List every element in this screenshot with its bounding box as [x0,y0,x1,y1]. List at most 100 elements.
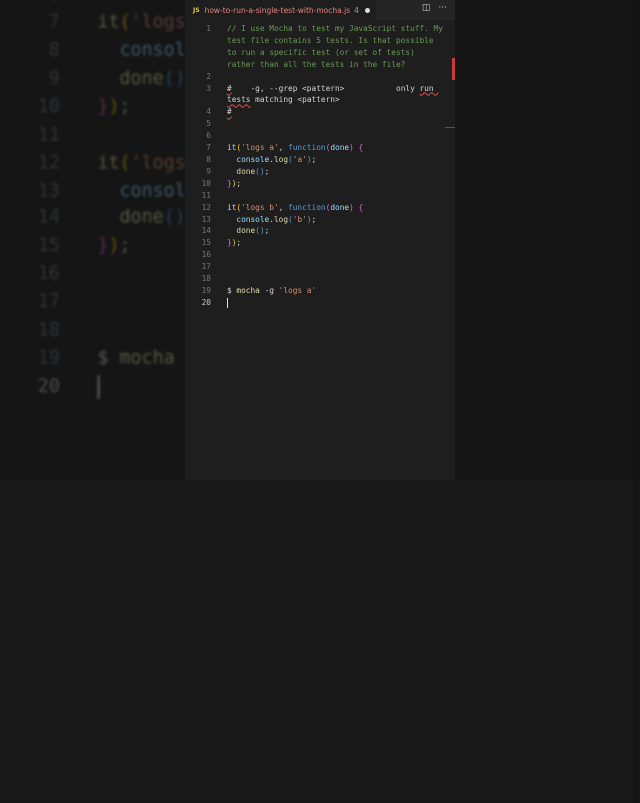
code-line[interactable]: 8 console.log('a'); [185,154,455,166]
line-number: 5 [206,119,211,129]
line-number: 8 [206,154,211,164]
code-token: ; [264,166,270,176]
code-line[interactable]: 4 # [185,106,455,118]
line-number: 18 [201,274,211,284]
code-token: function [288,202,326,212]
code-line[interactable]: 10}); [185,178,455,190]
code-line[interactable]: 19 $ mocha -g 'logs a' [185,285,455,297]
code-token: ; [236,238,242,248]
line-code: }); [227,237,447,249]
code-line[interactable]: 1 // I use Mocha to test my JavaScript st… [185,23,455,71]
code-token: log [273,214,289,224]
code-line[interactable]: 11 [185,190,455,202]
code-line[interactable]: 12 it('logs b', function(done) { [185,202,455,214]
code-line[interactable]: 6 [185,130,455,142]
code-token: 'logs b' [241,202,279,212]
line-number: 19 [201,285,211,295]
line-number: 11 [201,190,211,200]
code-line[interactable]: 9 done(); [185,166,455,178]
more-actions-icon[interactable]: ··· [438,3,447,13]
code-token: $ [227,285,237,295]
code-token: matching <pattern> [250,95,340,105]
line-code: done(); [227,225,447,237]
tab-filename: how-to-run-a-single-test-with-mocha.js [204,5,351,15]
line-number: 16 [201,250,211,260]
code-line[interactable]: 15}); [185,237,455,249]
line-number: 9 [206,166,211,176]
line-code: it('logs a', function(done) { [227,142,447,154]
unsaved-dot-icon[interactable] [364,7,370,13]
code-token: ; [311,214,317,224]
problems-count: 4 [354,5,359,15]
code-token: done [227,226,256,236]
line-number: 10 [201,178,211,188]
text-cursor [227,297,228,308]
code-token: 'logs a' [241,143,279,153]
code-line[interactable]: 17 [185,261,455,273]
line-number: 12 [201,202,211,212]
code-token: () [255,226,265,236]
line-code: $ mocha -g 'logs a' [227,285,447,297]
code-token: function [288,143,326,153]
code-token: -g, --grep <pattern> only [231,83,420,93]
code-token: ; [264,226,270,236]
line-code: }); [227,178,447,190]
editor-tab[interactable]: JS how-to-run-a-single-test-with-mocha.j… [185,0,376,20]
line-number: 20 [201,297,211,307]
code-token: done [330,202,350,212]
code-line[interactable]: 14 done(); [185,225,455,237]
editor-actions: ◫ ··· [422,3,447,13]
line-number: 13 [201,214,211,224]
code-token: ; [311,154,317,164]
line-code: it('logs b', function(done) { [227,202,447,214]
line-number: 6 [206,131,211,141]
line-code: done(); [227,166,447,178]
code-token: # [227,107,232,117]
code-line[interactable]: 5 [185,118,455,130]
code-line[interactable]: 20 [185,297,455,309]
code-token: () [255,166,265,176]
code-line[interactable]: 13 console.log('b'); [185,214,455,226]
line-number: 17 [201,262,211,272]
code-token: it [227,143,237,153]
line-number: 4 [206,107,211,117]
scrollbar-error-marker [452,58,455,80]
line-code: console.log('b'); [227,214,447,226]
line-code: # [227,106,447,118]
code-token: console [227,154,270,164]
line-code [227,297,447,309]
line-number: 15 [201,238,211,248]
code-token: console [227,214,270,224]
javascript-file-icon: JS [193,6,200,14]
code-line[interactable]: 16 [185,249,455,261]
line-code: # -g, --grep <pattern> only run tests ma… [227,83,447,107]
code-line[interactable]: 7 it('logs a', function(done) { [185,142,455,154]
code-token: done [330,143,350,153]
line-number: 14 [201,226,211,236]
split-editor-icon[interactable]: ◫ [422,3,431,13]
line-number: 3 [206,83,211,93]
line-code: // I use Mocha to test my JavaScript stu… [227,23,447,71]
line-code: console.log('a'); [227,154,447,166]
code-token: { [358,143,364,153]
scrollbar-thumb[interactable] [445,127,455,128]
code-line[interactable]: 2 [185,71,455,83]
code-token: done [227,166,256,176]
tab-bar: JS how-to-run-a-single-test-with-mocha.j… [185,0,455,20]
code-line[interactable]: 18 [185,273,455,285]
line-number: 1 [206,24,211,33]
code-token: { [358,202,364,212]
code-token: mocha [236,285,260,295]
code-editor[interactable]: 1 // I use Mocha to test my JavaScript st… [185,20,455,309]
editor-panel: JS how-to-run-a-single-test-with-mocha.j… [185,0,455,480]
code-token: log [273,154,289,164]
code-token: ; [236,178,242,188]
code-token: // I use Mocha to test my JavaScript stu… [227,24,448,69]
code-line[interactable]: 3 # -g, --grep <pattern> only run tests m… [185,83,455,107]
